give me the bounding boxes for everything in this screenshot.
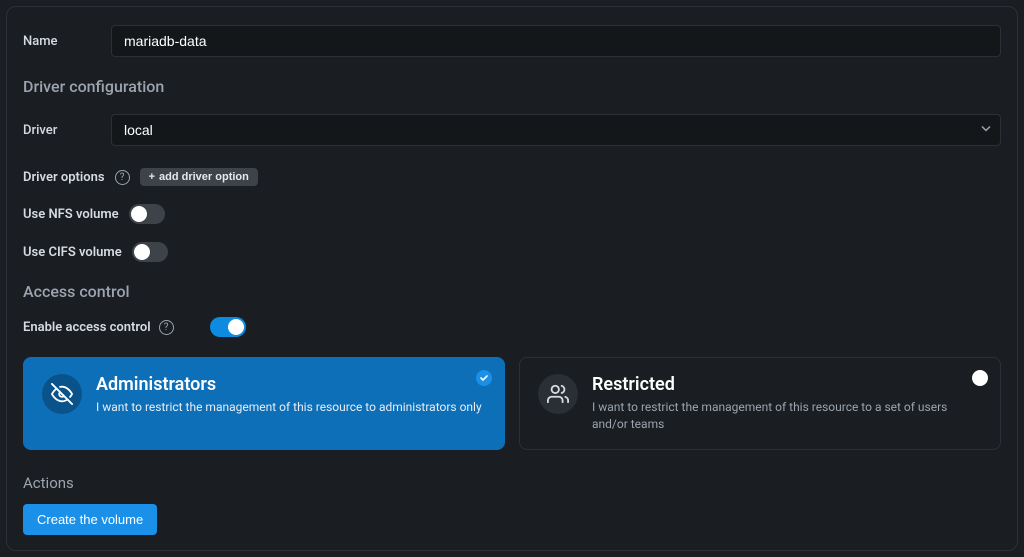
driver-select[interactable]: local bbox=[111, 114, 1001, 146]
access-control-title: Access control bbox=[23, 282, 1001, 301]
card-body: Restricted I want to restrict the manage… bbox=[592, 374, 982, 433]
card-body: Administrators I want to restrict the ma… bbox=[96, 374, 482, 433]
card-desc: I want to restrict the management of thi… bbox=[96, 399, 482, 416]
help-icon[interactable]: ? bbox=[159, 320, 174, 335]
nfs-toggle[interactable] bbox=[129, 204, 165, 224]
users-icon bbox=[538, 374, 578, 414]
enable-access-label: Enable access control bbox=[23, 320, 151, 335]
name-label: Name bbox=[23, 34, 111, 49]
driver-config-title: Driver configuration bbox=[23, 77, 1001, 96]
name-input[interactable] bbox=[111, 25, 1001, 57]
add-driver-option-label: add driver option bbox=[159, 171, 249, 183]
access-card-administrators[interactable]: Administrators I want to restrict the ma… bbox=[23, 357, 505, 450]
cifs-toggle[interactable] bbox=[132, 242, 168, 262]
name-row: Name bbox=[23, 25, 1001, 57]
nfs-label: Use NFS volume bbox=[23, 207, 119, 222]
access-cards: Administrators I want to restrict the ma… bbox=[23, 357, 1001, 450]
plus-icon: + bbox=[149, 171, 155, 183]
cifs-label: Use CIFS volume bbox=[23, 245, 122, 260]
driver-row: Driver local bbox=[23, 114, 1001, 146]
card-title: Restricted bbox=[592, 374, 982, 395]
driver-options-row: Driver options ? + add driver option bbox=[23, 168, 1001, 186]
driver-select-wrap: local bbox=[111, 114, 1001, 146]
cifs-row: Use CIFS volume bbox=[23, 242, 1001, 262]
create-volume-button[interactable]: Create the volume bbox=[23, 504, 157, 535]
enable-access-row: Enable access control ? bbox=[23, 317, 1001, 337]
access-card-restricted[interactable]: Restricted I want to restrict the manage… bbox=[519, 357, 1001, 450]
card-title: Administrators bbox=[96, 374, 482, 395]
driver-label: Driver bbox=[23, 123, 111, 138]
volume-form-panel: Name Driver configuration Driver local D… bbox=[6, 6, 1018, 551]
card-desc: I want to restrict the management of thi… bbox=[592, 399, 982, 433]
nfs-row: Use NFS volume bbox=[23, 204, 1001, 224]
eye-off-icon bbox=[42, 374, 82, 414]
check-icon bbox=[476, 370, 492, 386]
add-driver-option-button[interactable]: + add driver option bbox=[140, 168, 258, 186]
radio-unselected-icon bbox=[972, 370, 988, 386]
help-icon[interactable]: ? bbox=[115, 170, 130, 185]
actions-title: Actions bbox=[23, 474, 1001, 492]
enable-access-toggle[interactable] bbox=[210, 317, 246, 337]
driver-options-label: Driver options bbox=[23, 170, 105, 185]
